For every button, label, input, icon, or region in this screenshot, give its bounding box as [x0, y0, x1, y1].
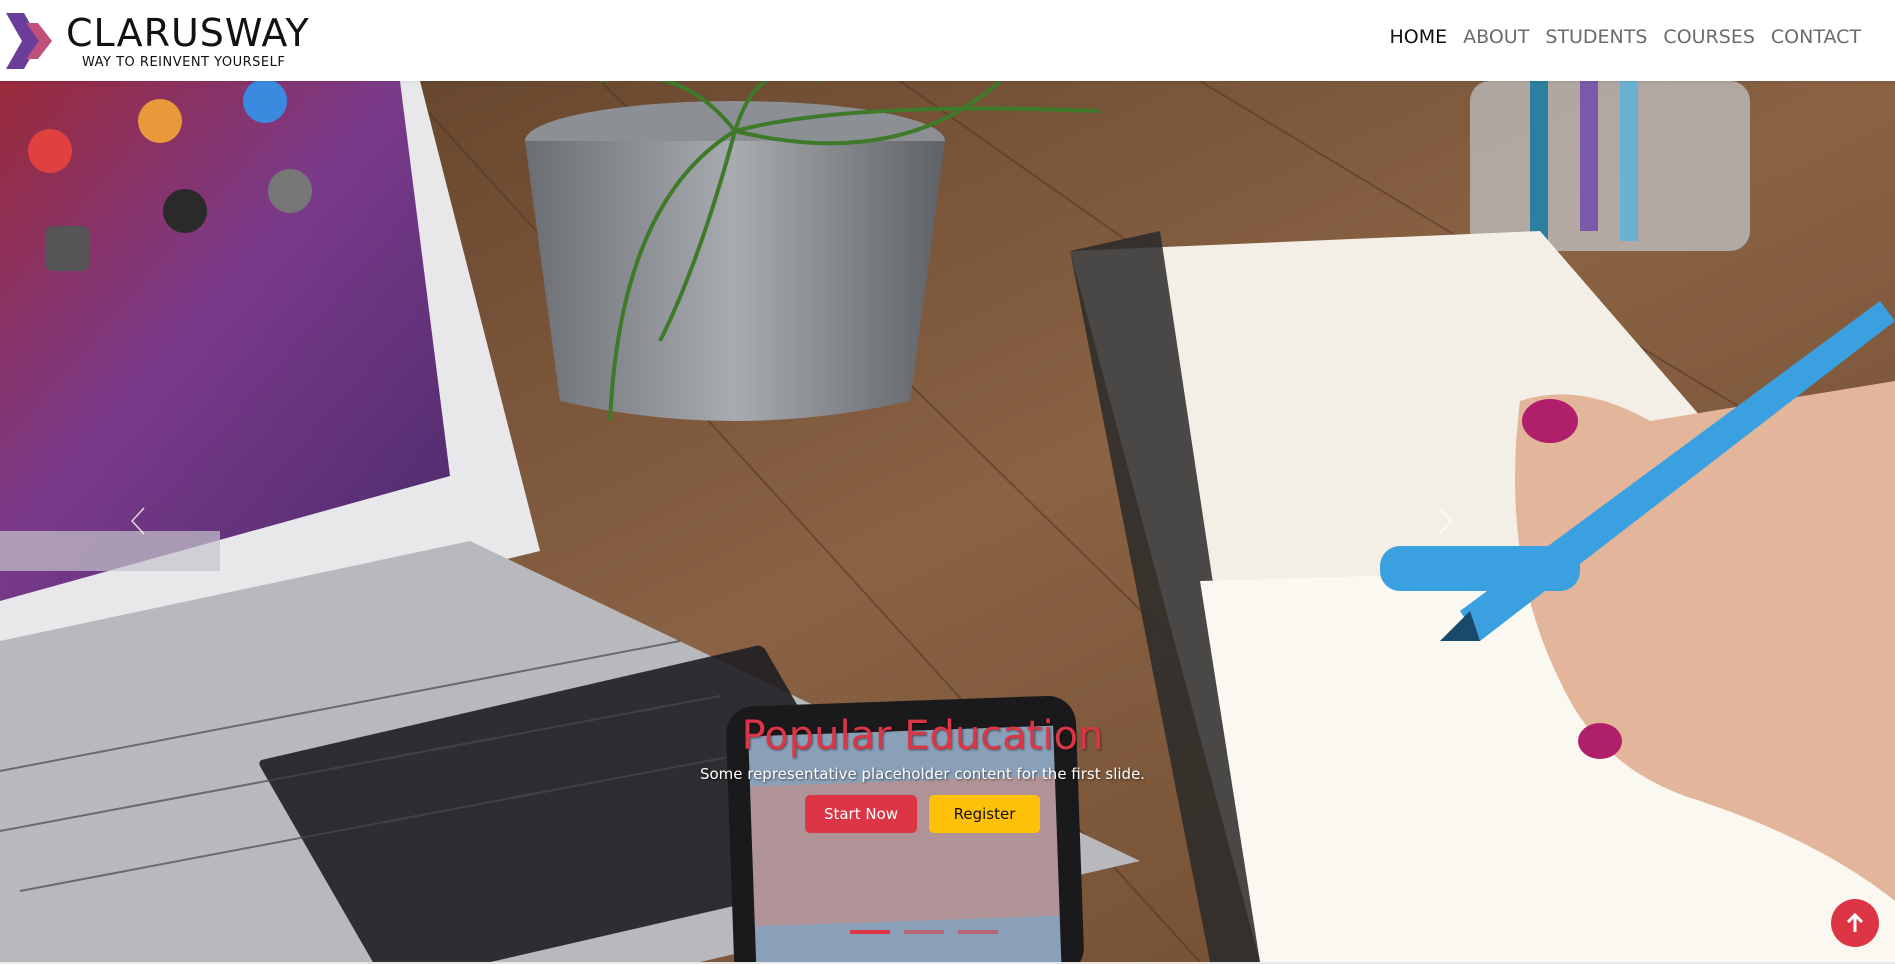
nav-home[interactable]: HOME [1390, 26, 1448, 48]
clarusway-logo-icon [6, 13, 52, 69]
nav-about[interactable]: ABOUT [1463, 26, 1529, 48]
caption-buttons: Start Now Register [0, 795, 1895, 833]
slide-text: Some representative placeholder content … [699, 765, 1146, 783]
main-nav: HOME ABOUT STUDENTS COURSES CONTACT [1390, 26, 1861, 48]
scroll-to-top-button[interactable] [1831, 899, 1879, 947]
nav-courses[interactable]: COURSES [1663, 26, 1754, 48]
brand-link[interactable]: CLARUSWAY WAY TO REINVENT YOURSELF [4, 6, 310, 76]
carousel-indicator[interactable] [958, 930, 998, 934]
navbar: CLARUSWAY WAY TO REINVENT YOURSELF HOME … [0, 0, 1895, 81]
slide-title: Popular Education [741, 713, 1104, 759]
carousel-indicators [850, 930, 998, 934]
nav-contact[interactable]: CONTACT [1771, 26, 1861, 48]
carousel-prev-button[interactable] [118, 496, 158, 546]
chevron-left-icon [130, 507, 145, 535]
start-now-button[interactable]: Start Now [805, 795, 917, 833]
carousel-indicator[interactable] [904, 930, 944, 934]
chevron-right-icon [1438, 507, 1453, 535]
brand-subtitle: WAY TO REINVENT YOURSELF [82, 54, 286, 70]
carousel-caption: Popular Education Some representative pl… [0, 713, 1895, 833]
carousel-next-button[interactable] [1425, 496, 1465, 546]
nav-students[interactable]: STUDENTS [1545, 26, 1647, 48]
carousel-indicator[interactable] [850, 930, 890, 934]
hero-carousel: Popular Education Some representative pl… [0, 81, 1895, 962]
arrow-up-icon [1846, 912, 1864, 932]
register-button[interactable]: Register [929, 795, 1040, 833]
brand-title: CLARUSWAY [66, 10, 310, 55]
